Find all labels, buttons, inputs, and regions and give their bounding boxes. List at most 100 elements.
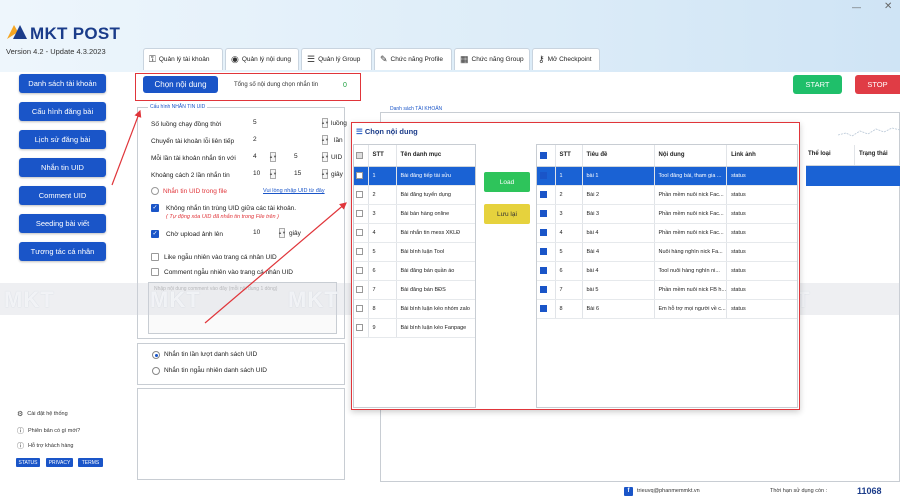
table-row[interactable]: 5Bài 4Nuôi hàng nghìn nick Fa...status [537,242,798,261]
table-row[interactable]: 2Bài 2Phần mềm nuôi nick Fac...status [537,185,798,204]
row-title: bài 1 [582,166,654,185]
row-stt: 2 [555,185,582,204]
wait-upload-checkbox[interactable]: ✓ [151,230,159,238]
terms-pill[interactable]: TERMS [78,458,103,467]
row-checkbox[interactable] [354,318,368,337]
sidebar-item-personal-interaction[interactable]: Tương tác cá nhân [19,242,106,261]
like-random-checkbox[interactable] [151,253,159,261]
order-rand-radio[interactable] [152,367,160,375]
table-row[interactable]: 7bài 5Phần mềm nuôi nick FB h...status [537,280,798,299]
sidebar-item-comment-uid[interactable]: Comment UID [19,186,106,205]
row-checkbox[interactable] [537,280,555,299]
row-checkbox[interactable] [354,166,368,185]
table-row[interactable]: 3Bài bán hàng online [354,204,476,223]
error-switch-spinner[interactable]: ▲▼ [322,135,328,145]
table-row[interactable]: 8Bài 6Em hỗ trợ mọi người về c...status [537,299,798,318]
table-row[interactable]: 5Bài bình luận Tool [354,242,476,261]
tab-group-management[interactable]: ☰Quản lý Group [301,48,372,70]
header-checkbox[interactable] [354,145,368,166]
wait-upload-spinner[interactable]: ▲▼ [279,228,285,238]
uid-per-account-label: Mỗi lần tài khoản nhắn tin với [151,155,236,162]
stop-button[interactable]: STOP [855,75,900,94]
row-checkbox[interactable] [537,261,555,280]
tab-profile-functions[interactable]: ✎Chức năng Profile [374,48,452,70]
select-content-button[interactable]: Chọn nội dung [143,76,218,93]
comment-random-label: Comment ngẫu nhiên vào trang cá nhân UID [164,269,293,276]
uid-per-account-min[interactable]: 4 [253,153,269,163]
error-switch-label: Chuyển tài khoản lỗi liên tiếp [151,138,234,145]
system-settings-link[interactable]: ⚙Cài đặt hệ thống [17,410,68,418]
uid-per-account-min-spinner[interactable]: ▲▼ [270,152,276,162]
sidebar-item-post-history[interactable]: Lịch sử đăng bài [19,130,106,149]
uid-import-link[interactable]: Vui lòng nhập UID từ đây [263,188,325,194]
row-content: Phần mềm nuôi nick Fac... [654,223,727,242]
row-checkbox[interactable] [537,299,555,318]
minimize-button[interactable]: — [852,2,861,12]
uid-per-account-max[interactable]: 5 [294,153,310,163]
table-row[interactable]: 7Bài đăng bán BĐS [354,280,476,299]
table-row[interactable]: 4Bài nhắn tin mess XKLĐ [354,223,476,242]
file-option-checkbox[interactable] [151,187,159,195]
whats-new-link[interactable]: ⓘPhiên bản có gì mới? [17,426,80,436]
wait-upload-input[interactable]: 10 [253,229,269,239]
row-checkbox[interactable] [537,166,555,185]
order-seq-radio[interactable] [152,351,160,359]
interval-max[interactable]: 15 [294,170,310,180]
facebook-icon[interactable]: f [624,487,633,496]
table-row[interactable]: 9Bài bình luận kéo Fanpage [354,318,476,337]
row-checkbox[interactable] [537,185,555,204]
table-row[interactable]: 3Bài 3Phần mềm nuôi nick Fac...status [537,204,798,223]
table-row[interactable]: 6Bài đăng bán quần áo [354,261,476,280]
header-checkbox[interactable] [537,145,555,166]
row-title: bài 4 [582,223,654,242]
dialog-title: ☰ Chọn nội dung [356,127,418,136]
load-button[interactable]: Load [484,172,530,192]
row-checkbox[interactable] [354,204,368,223]
table-row[interactable]: 6bài 4Tool nuôi hàng nghìn ni...status [537,261,798,280]
row-checkbox[interactable] [537,204,555,223]
tab-account-management[interactable]: ⚿Quản lý tài khoản [143,48,223,70]
status-pill[interactable]: STATUS [16,458,40,467]
uid-per-account-max-spinner[interactable]: ▲▼ [322,152,328,162]
close-button[interactable]: ✕ [884,1,892,12]
row-checkbox[interactable] [354,299,368,318]
row-checkbox[interactable] [354,223,368,242]
interval-min[interactable]: 10 [253,170,269,180]
table-row[interactable]: 8Bài bình luận kéo nhóm zalo [354,299,476,318]
privacy-pill[interactable]: PRIVACY [46,458,73,467]
row-stt: 8 [555,299,582,318]
row-content: Tool nuôi hàng nghìn ni... [654,261,727,280]
account-selected-row-extra[interactable] [806,166,900,186]
row-image-link: status [727,204,798,223]
interval-max-spinner[interactable]: ▲▼ [322,169,328,179]
row-checkbox[interactable] [354,185,368,204]
error-switch-input[interactable]: 2 [253,136,269,146]
no-dup-checkbox[interactable]: ✓ [151,204,159,212]
tab-content-management[interactable]: ◉Quản lý nội dung [225,48,299,70]
row-checkbox[interactable] [354,280,368,299]
sidebar-item-seeding[interactable]: Seeding bài viết [19,214,106,233]
threads-input[interactable]: 5 [253,119,269,129]
threads-spinner[interactable]: ▲▼ [322,118,328,128]
comment-random-checkbox[interactable] [151,268,159,276]
tab-group-functions[interactable]: ▦Chức năng Group [454,48,530,70]
interval-min-spinner[interactable]: ▲▼ [270,169,276,179]
row-title: Bài 2 [582,185,654,204]
col-title: Tiêu đề [582,145,654,166]
category-table: STT Tên danh mục 1Bài đăng tiếp tài sửu2… [354,145,476,338]
sidebar-item-post-config[interactable]: Cấu hình đăng bài [19,102,106,121]
table-row[interactable]: 4bài 4Phần mềm nuôi nick Fac...status [537,223,798,242]
row-checkbox[interactable] [537,242,555,261]
customer-support-link[interactable]: ⓘHỗ trợ khách hàng [17,441,74,451]
table-row[interactable]: 1bài 1Tool đăng bài, tham gia ...status [537,166,798,185]
sidebar-item-account-list[interactable]: Danh sách tài khoản [19,74,106,93]
table-row[interactable]: 1Bài đăng tiếp tài sửu [354,166,476,185]
save-button[interactable]: Lưu lại [484,204,530,224]
start-button[interactable]: START [793,75,842,94]
tab-open-checkpoint[interactable]: ⚷Mở Checkpoint [532,48,600,70]
table-row[interactable]: 2Bài đăng tuyển dụng [354,185,476,204]
row-checkbox[interactable] [354,261,368,280]
sidebar-item-message-uid[interactable]: Nhắn tin UID [19,158,106,177]
row-checkbox[interactable] [537,223,555,242]
row-checkbox[interactable] [354,242,368,261]
